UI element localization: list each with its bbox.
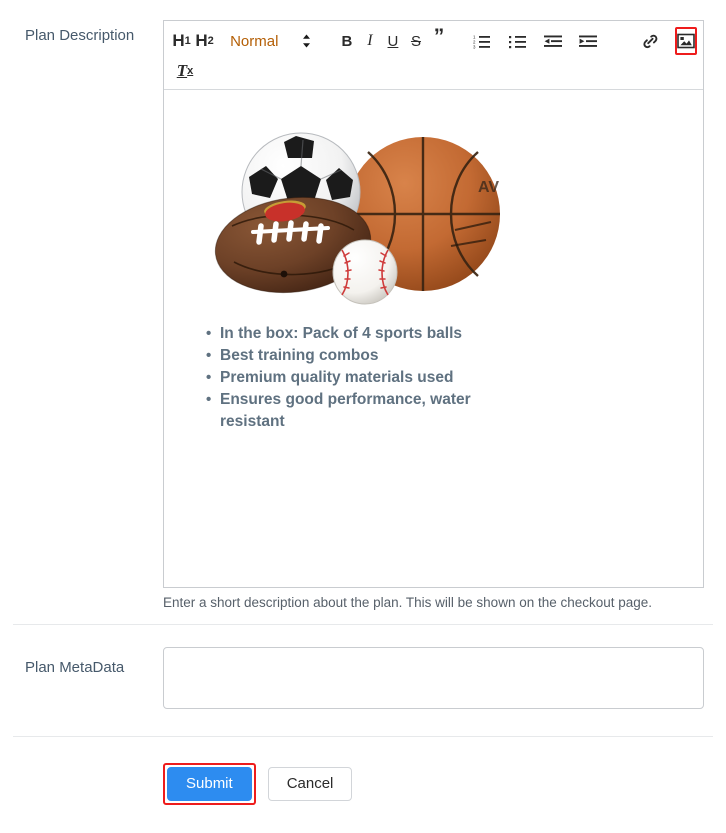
bullet-list-button[interactable] [506,27,529,55]
link-button[interactable] [639,27,662,55]
ordered-list-icon: 1 2 3 [473,34,491,49]
plan-description-control: H1 H2 Normal B I U S ” 1 2 3 T x AV • In… [163,20,704,612]
list-item: Best training combos [206,345,490,367]
heading-1-sub: 1 [184,35,191,47]
image-icon [677,33,695,49]
editor-content-area[interactable]: AV • In the box: Pack of 4 sports balls … [164,90,703,587]
clear-formatting-label: T [176,61,188,80]
heading-2-label: H [195,31,208,50]
list-item: Premium quality materials used [206,367,490,389]
description-bullet-list: In the box: Pack of 4 sports balls Best … [178,323,689,433]
chevron-updown-icon [302,34,311,48]
plan-metadata-row: Plan MetaData [0,625,726,714]
editor-toolbar-row-1: H1 H2 Normal B I U S ” 1 2 3 [170,26,698,55]
italic-button[interactable]: I [358,27,381,55]
outdent-button[interactable] [541,27,564,55]
outdent-icon [543,34,562,49]
indent-button[interactable] [576,27,599,55]
ordered-list-button[interactable]: 1 2 3 [470,27,493,55]
indent-icon [578,34,597,49]
bold-button[interactable]: B [335,27,358,55]
plan-description-help-text: Enter a short description about the plan… [163,595,653,610]
plan-description-label: Plan Description [25,27,135,44]
submit-button-highlight: Submit [163,763,256,805]
image-button[interactable] [674,27,698,55]
plan-form-page: Plan Description H1 H2 Normal B I U S ” … [0,0,726,833]
clear-formatting-sub: x [187,65,194,77]
strikethrough-button[interactable]: S [404,27,427,55]
heading-1-button[interactable]: H1 [170,27,193,55]
rich-text-editor[interactable]: H1 H2 Normal B I U S ” 1 2 3 T x AV • In… [163,20,704,588]
list-item: Ensures good performance, water resistan… [206,389,490,433]
product-image-block: AV [178,98,689,317]
clear-formatting-button[interactable]: Tx [170,57,200,85]
format-picker[interactable]: Normal [226,33,315,50]
form-actions: Submit Cancel [0,737,726,805]
list-item: In the box: Pack of 4 sports balls [206,323,490,345]
plan-description-row: Plan Description H1 H2 Normal B I U S ” … [0,0,726,612]
format-picker-value: Normal [230,32,279,50]
bullet-list-icon [508,34,526,49]
svg-text:3: 3 [473,44,476,49]
editor-toolbar-row-2: Tx [170,57,697,85]
heading-2-sub: 2 [207,35,214,47]
submit-button[interactable]: Submit [167,767,252,801]
svg-text:AV: AV [478,179,499,196]
heading-2-button[interactable]: H2 [193,27,216,55]
underline-button[interactable]: U [381,27,404,55]
blockquote-button[interactable]: ” [427,26,450,55]
plan-metadata-control [163,647,704,714]
heading-1-label: H [172,31,185,50]
baseball [332,239,398,305]
plan-metadata-input[interactable] [163,647,704,709]
editor-toolbar: H1 H2 Normal B I U S ” 1 2 3 T x [164,21,703,90]
link-icon [642,34,659,49]
sports-balls-image: AV [208,122,689,307]
plan-metadata-label: Plan MetaData [25,659,125,676]
cancel-button[interactable]: Cancel [267,767,353,801]
